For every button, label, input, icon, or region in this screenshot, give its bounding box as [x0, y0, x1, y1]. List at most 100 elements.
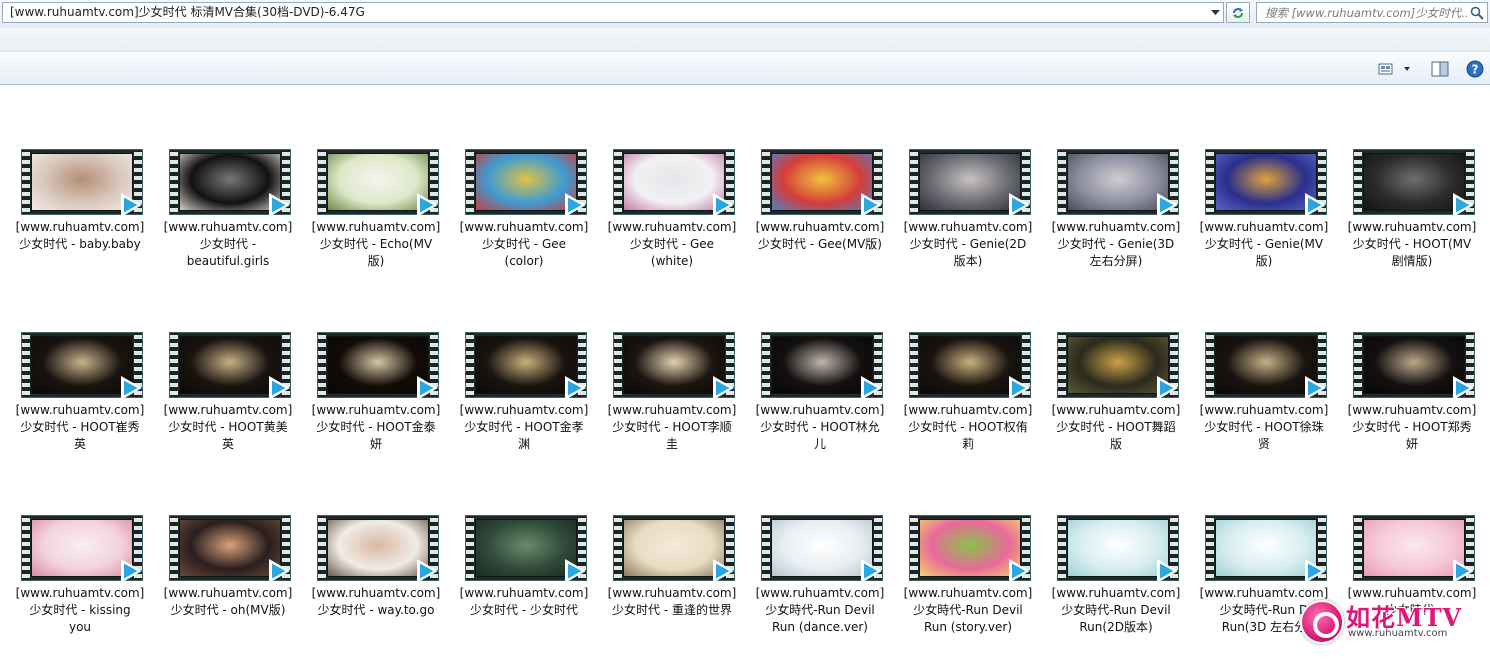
- file-name-line2: 少女时代 - HOOT金泰: [316, 420, 436, 434]
- file-name-label: [www.ruhuamtv.com] 少女时代 - beautiful.girls: [153, 219, 303, 270]
- refresh-button[interactable]: [1226, 2, 1250, 23]
- film-perforation: [170, 333, 178, 397]
- file-item[interactable]: [www.ruhuamtv.com] 少女时代 - HOOT崔秀英: [14, 332, 146, 482]
- file-item[interactable]: [www.ruhuamtv.com] 少女时代 - Gee (white): [606, 149, 738, 299]
- file-item[interactable]: [www.ruhuamtv.com] 少女时代 - way.to.go: [310, 515, 442, 665]
- file-name-label: [www.ruhuamtv.com] 少女時代-Run Devil Run (dan…: [745, 585, 895, 636]
- file-item[interactable]: [www.ruhuamtv.com] 少女时代 - 少女时代: [458, 515, 590, 665]
- file-item[interactable]: [www.ruhuamtv.com] 少女时代 - Echo(MV 版): [310, 149, 442, 299]
- play-icon: [121, 376, 142, 400]
- file-item[interactable]: [www.ruhuamtv.com] 少女时代 - oh(MV版): [162, 515, 294, 665]
- file-item[interactable]: [www.ruhuamtv.com] 少女时代 - Genie(3D 左右分屏): [1050, 149, 1182, 299]
- file-name-line2: 少女时代 - way.to.go: [317, 603, 435, 617]
- file-name-label: [www.ruhuamtv.com] 少女時代-Run Devil Run (sto…: [893, 585, 1043, 636]
- preview-pane-button[interactable]: [1428, 59, 1452, 79]
- file-name-line1: [www.ruhuamtv.com]: [15, 586, 145, 600]
- play-icon: [417, 376, 438, 400]
- file-item[interactable]: [www.ruhuamtv.com] 少女時代-Run Devil Run (dan…: [754, 515, 886, 665]
- film-perforation: [1058, 333, 1066, 397]
- file-name-line2: 少女时代 - HOOT(MV: [1352, 237, 1472, 251]
- search-box[interactable]: [1256, 2, 1488, 23]
- search-icon[interactable]: [1470, 6, 1484, 20]
- file-name-line2: 少女時代-Run Devil: [913, 603, 1023, 617]
- file-name-line3: beautiful.girls: [186, 254, 270, 268]
- file-name-line1: [www.ruhuamtv.com]: [1199, 220, 1329, 234]
- file-name-line3: 圭: [665, 437, 678, 451]
- file-item[interactable]: [www.ruhuamtv.com] 少女时代 - Genie(MV 版): [1198, 149, 1330, 299]
- file-grid: [www.ruhuamtv.com] 少女时代 - baby.baby [www.r…: [0, 86, 1490, 664]
- file-item[interactable]: [www.ruhuamtv.com] 少女时代 - Gee(MV版): [754, 149, 886, 299]
- file-item[interactable]: [www.ruhuamtv.com] 少女时代 - Genie(2D 版本): [902, 149, 1034, 299]
- film-perforation: [910, 333, 918, 397]
- file-name-line2: 少女时代 - HOOT郑秀: [1352, 420, 1472, 434]
- file-name-line2: 少女时代 - baby.baby: [19, 237, 141, 251]
- file-item[interactable]: [www.ruhuamtv.com] 少女时代 - HOOT(MV 剧情版): [1346, 149, 1478, 299]
- file-name-line3: (white): [650, 254, 694, 268]
- file-name-line3: 版: [1109, 437, 1122, 451]
- file-name-line3: 英: [73, 437, 86, 451]
- file-name-label: [www.ruhuamtv.com] 少女时代 - Genie(MV 版): [1189, 219, 1339, 270]
- play-icon: [121, 559, 142, 583]
- file-name-line2: 少女时代 -: [199, 237, 257, 251]
- play-icon: [1453, 193, 1474, 217]
- file-name-line3: 贤: [1257, 437, 1270, 451]
- play-icon: [1009, 559, 1030, 583]
- file-item[interactable]: [www.ruhuamtv.com] 少女时代 - HOOT徐珠贤: [1198, 332, 1330, 482]
- file-item[interactable]: [www.ruhuamtv.com] 少女时代 - HOOT郑秀妍: [1346, 332, 1478, 482]
- film-perforation: [1354, 516, 1362, 580]
- file-item[interactable]: [www.ruhuamtv.com] 少女時代-Run Devil Run(2D版本…: [1050, 515, 1182, 665]
- play-icon: [269, 376, 290, 400]
- help-button[interactable]: ?: [1464, 59, 1486, 79]
- file-name-line1: [www.ruhuamtv.com]: [459, 586, 589, 600]
- file-name-line3: 儿: [813, 437, 826, 451]
- file-name-line2: 少女时代 - 少女时代: [470, 603, 578, 617]
- file-name-line1: [www.ruhuamtv.com]: [1199, 403, 1329, 417]
- film-perforation: [466, 150, 474, 214]
- file-item[interactable]: [www.ruhuamtv.com] 少女时代 - kissing you: [14, 515, 146, 665]
- file-item[interactable]: [www.ruhuamtv.com] 少女时代 - HOOT黄美英: [162, 332, 294, 482]
- file-item[interactable]: [www.ruhuamtv.com] 少女时代 - 重逢的世界: [606, 515, 738, 665]
- file-name-line2: 少女时代 - HOOT权侑: [908, 420, 1028, 434]
- view-options-button[interactable]: [1376, 59, 1414, 79]
- file-item[interactable]: [www.ruhuamtv.com] 少女时代 - Gee (color): [458, 149, 590, 299]
- file-name-label: [www.ruhuamtv.com] 少女时代 - Gee (white): [597, 219, 747, 270]
- file-name-label: [www.ruhuamtv.com] 少女时代 - HOOT舞蹈版: [1041, 402, 1191, 453]
- file-name-line3: 版本): [953, 254, 983, 268]
- file-name-line1: [www.ruhuamtv.com]: [1051, 220, 1181, 234]
- play-icon: [417, 559, 438, 583]
- file-item[interactable]: [www.ruhuamtv.com] 少女时代 - HOOT李顺圭: [606, 332, 738, 482]
- file-name-line3: (color): [504, 254, 544, 268]
- file-item[interactable]: [www.ruhuamtv.com] 少女时代 - HOOT林允儿: [754, 332, 886, 482]
- file-name-label: [www.ruhuamtv.com] 少女时代 - oh(MV版): [153, 585, 303, 619]
- file-item[interactable]: [www.ruhuamtv.com] 少女时代 - HOOT金孝渊: [458, 332, 590, 482]
- file-name-line2: 少女时代 - Gee: [481, 237, 567, 251]
- file-name-line1: [www.ruhuamtv.com]: [607, 220, 737, 234]
- play-icon: [1157, 559, 1178, 583]
- address-bar[interactable]: [www.ruhuamtv.com]少女时代 标清MV合集(30档-DVD)-6…: [2, 2, 1224, 23]
- chevron-down-icon[interactable]: [1207, 3, 1223, 22]
- file-name-line2: 少女时代 - Gee(MV版): [758, 237, 882, 251]
- file-name-label: [www.ruhuamtv.com] 少女时代 - HOOT崔秀英: [5, 402, 155, 453]
- play-icon: [1305, 559, 1326, 583]
- file-name-line3: 渊: [517, 437, 530, 451]
- film-perforation: [910, 150, 918, 214]
- file-name-line2: 少女时代 - HOOT黄美: [168, 420, 288, 434]
- file-name-label: [www.ruhuamtv.com] 少女时代 - Genie(2D 版本): [893, 219, 1043, 270]
- file-name-line1: [www.ruhuamtv.com]: [1347, 220, 1477, 234]
- file-name-line2: 少女时代 - HOOT崔秀: [20, 420, 140, 434]
- play-icon: [1009, 193, 1030, 217]
- file-item[interactable]: [www.ruhuamtv.com] 少女时代 - HOOT金泰妍: [310, 332, 442, 482]
- play-icon: [1453, 376, 1474, 400]
- search-input[interactable]: [1257, 3, 1469, 22]
- file-item[interactable]: [www.ruhuamtv.com] 少女时代 - HOOT舞蹈版: [1050, 332, 1182, 482]
- file-name-line2: 少女时代 - Genie(MV: [1204, 237, 1324, 251]
- play-icon: [121, 193, 142, 217]
- file-item[interactable]: [www.ruhuamtv.com] 少女时代 - beautiful.girls: [162, 149, 294, 299]
- file-item[interactable]: [www.ruhuamtv.com] 少女時代-Run Devil Run (sto…: [902, 515, 1034, 665]
- file-item[interactable]: [www.ruhuamtv.com] 少女时代 - HOOT权侑莉: [902, 332, 1034, 482]
- play-icon: [1305, 193, 1326, 217]
- file-name-line1: [www.ruhuamtv.com]: [459, 403, 589, 417]
- file-name-label: [www.ruhuamtv.com] 少女时代 - Genie(3D 左右分屏): [1041, 219, 1191, 270]
- file-name-label: [www.ruhuamtv.com] 少女时代 - HOOT权侑莉: [893, 402, 1043, 453]
- file-item[interactable]: [www.ruhuamtv.com] 少女时代 - baby.baby: [14, 149, 146, 299]
